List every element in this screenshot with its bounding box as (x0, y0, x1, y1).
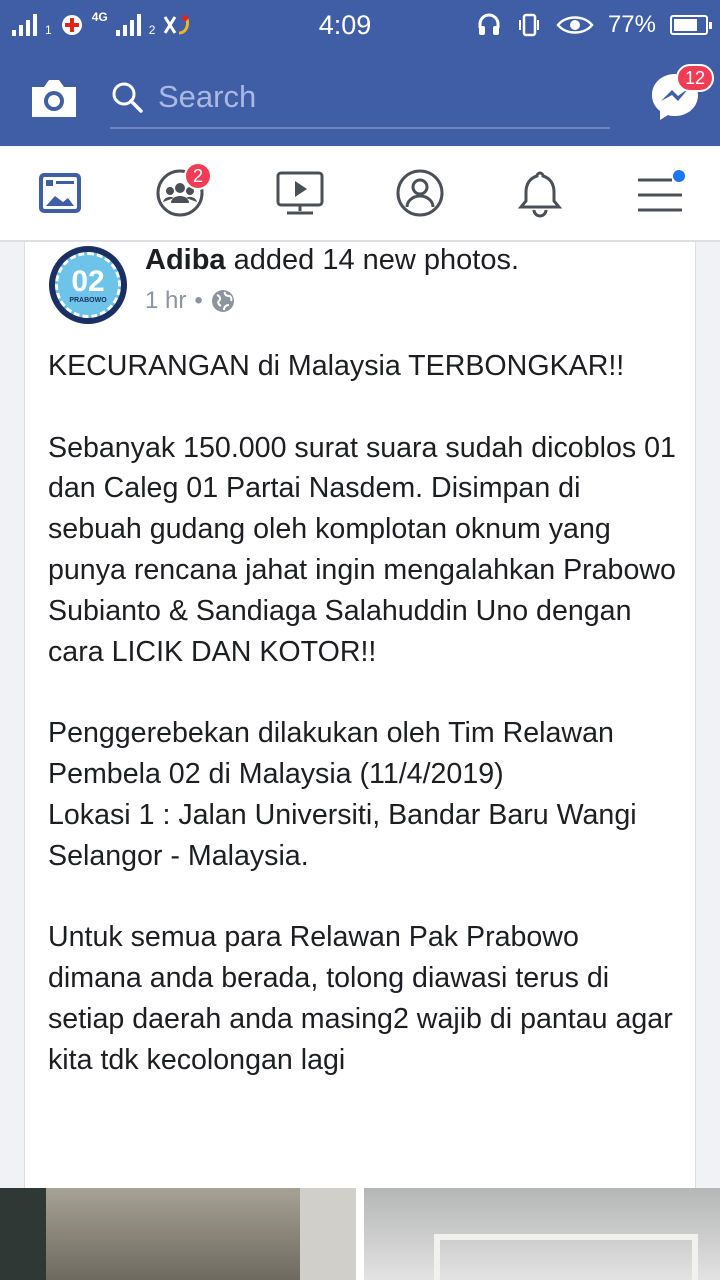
author-name[interactable]: Adiba (145, 244, 226, 276)
status-bar: 1 4G 2 4:09 77% (0, 0, 720, 50)
post-action: added 14 new photos. (225, 244, 520, 276)
camera-icon (32, 80, 76, 117)
tab-notifications[interactable] (480, 146, 600, 240)
photo-1-shadow (0, 1188, 46, 1280)
photo-grid (0, 1188, 720, 1280)
tab-watch[interactable] (240, 146, 360, 240)
author-line: Adiba added 14 new photos. (145, 244, 519, 277)
eye-icon (556, 16, 594, 34)
battery-percent: 77% (607, 11, 656, 38)
app-bar: 12 (0, 50, 720, 146)
tab-news-feed[interactable] (0, 146, 120, 240)
tab-profile[interactable] (360, 146, 480, 240)
news-feed-icon (39, 173, 81, 213)
avatar-number: 02 (71, 264, 105, 298)
feed-post: 02 PRABOWO Adiba added 14 new photos. 1 … (24, 242, 696, 1188)
search-icon (112, 82, 143, 113)
messenger-badge: 12 (676, 64, 715, 92)
headset-icon (478, 13, 500, 35)
carrier-icon (61, 15, 82, 35)
avatar[interactable]: 02 PRABOWO (49, 246, 127, 324)
avatar-logo: 02 PRABOWO (55, 252, 121, 318)
profile-icon (396, 169, 444, 217)
tab-menu[interactable] (600, 146, 720, 240)
post-header: Adiba added 14 new photos. 1 hr • (145, 244, 519, 315)
meta-separator: • (194, 287, 203, 314)
xl-icon (164, 15, 190, 35)
battery-fill (674, 19, 698, 31)
post-time[interactable]: 1 hr (145, 287, 186, 315)
signal-icon-2 (115, 14, 141, 36)
photo-2-door (434, 1234, 698, 1280)
vibrate-icon (518, 13, 539, 37)
sim2-label: 2 (148, 23, 156, 37)
status-right: 77% (448, 11, 712, 39)
messenger-button[interactable]: 12 (648, 64, 715, 130)
globe-icon (211, 290, 234, 312)
camera-button[interactable] (28, 75, 80, 121)
watch-icon (276, 171, 324, 215)
status-left: 1 4G 2 (12, 10, 272, 37)
menu-icon (638, 170, 685, 212)
bell-icon (517, 171, 563, 218)
post-meta: 1 hr • (145, 287, 519, 315)
groups-badge: 2 (184, 162, 213, 190)
tab-groups[interactable]: 2 (120, 146, 240, 240)
news-feed: 02 PRABOWO Adiba added 14 new photos. 1 … (0, 242, 720, 1280)
photo-1-wall (300, 1188, 356, 1280)
network-type: 4G (91, 10, 108, 24)
battery-icon (670, 15, 712, 35)
nav-tabs: 2 (0, 146, 720, 242)
signal-icon (12, 14, 37, 36)
post-photo-1[interactable] (0, 1188, 356, 1280)
post-photo-2[interactable] (364, 1188, 720, 1280)
post-text: KECURANGAN di Malaysia TERBONGKAR!! Seba… (48, 350, 676, 1076)
search-bar[interactable] (110, 67, 610, 129)
sim1-label: 1 (45, 23, 52, 37)
search-input[interactable] (158, 79, 578, 115)
avatar-subtext: PRABOWO (69, 296, 107, 304)
clock: 4:09 (318, 9, 372, 40)
